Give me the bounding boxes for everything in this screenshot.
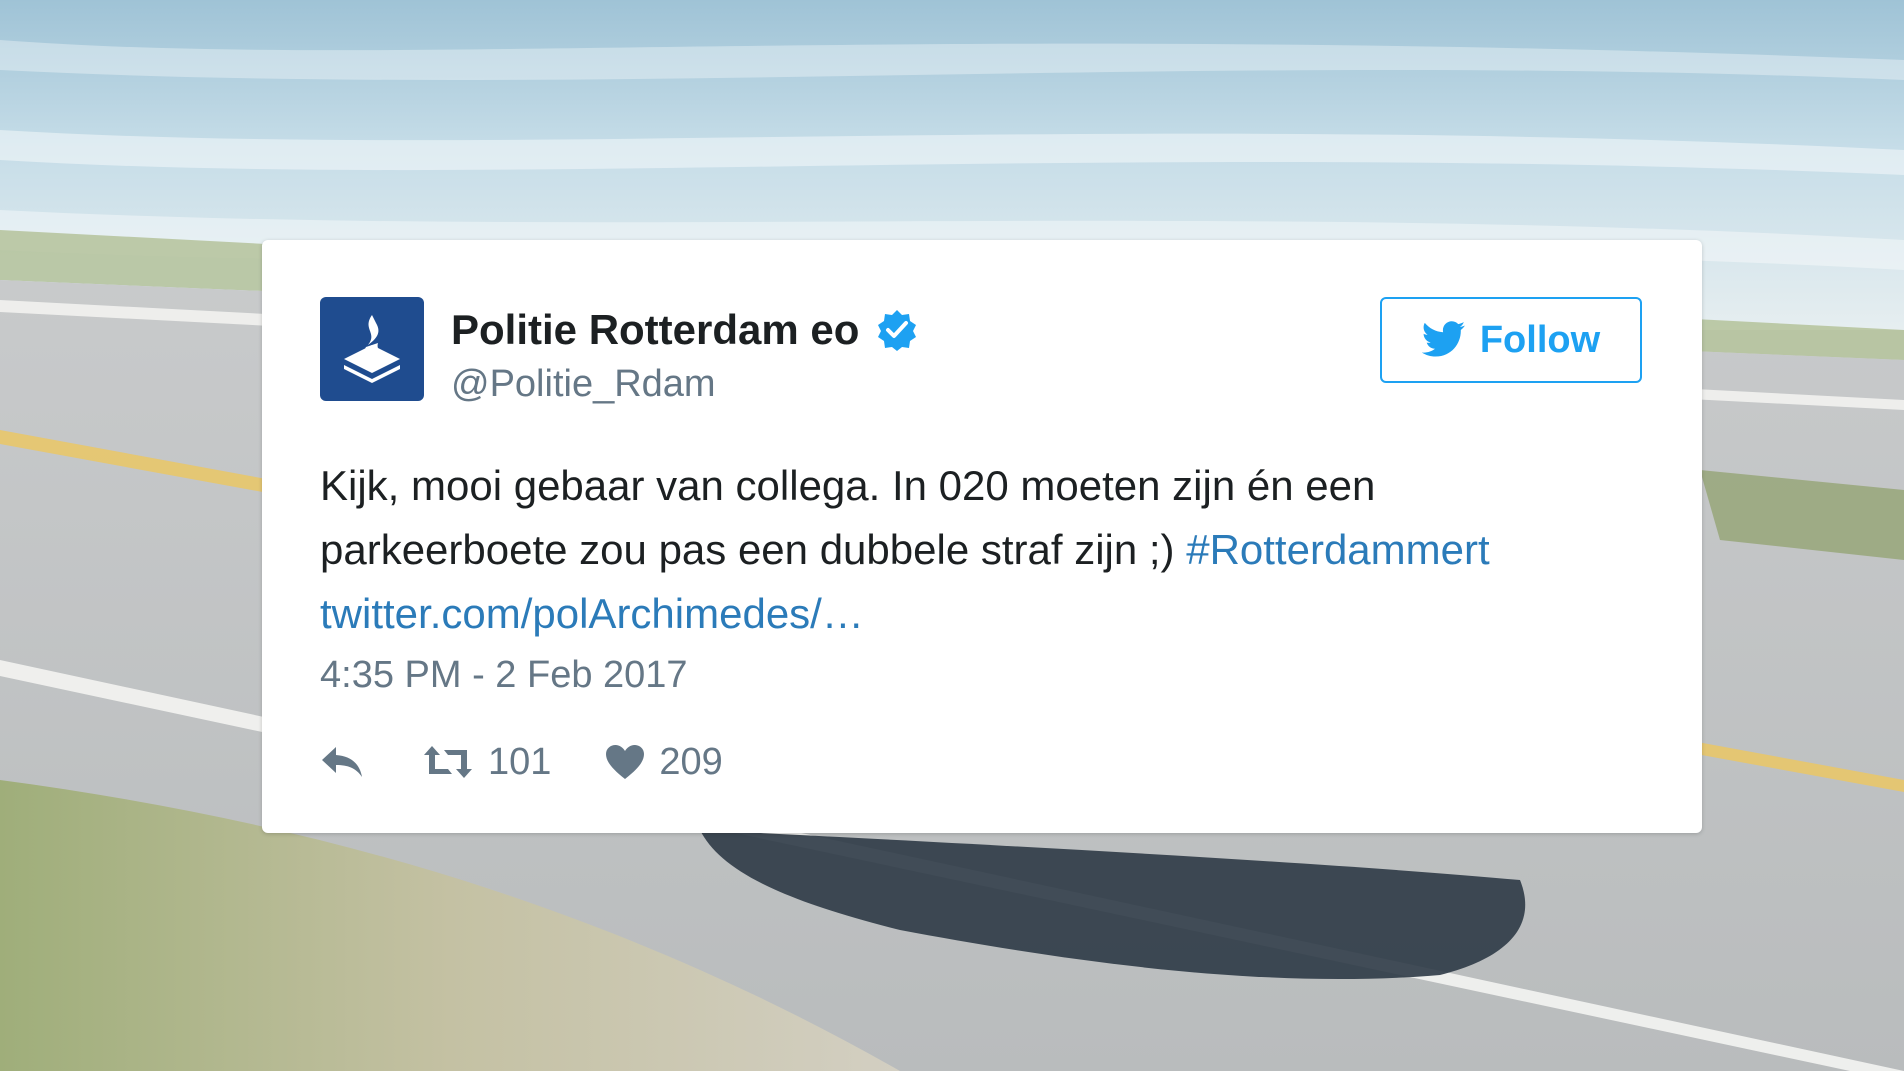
tweet-text-line-2-body: parkeerboete zou pas een dubbele straf z…: [320, 526, 1175, 573]
follow-label: Follow: [1479, 318, 1601, 361]
tweet-actions: 101 209: [320, 734, 723, 790]
twitter-bird-icon: [1421, 321, 1465, 357]
retweet-count: 101: [488, 740, 552, 783]
hashtag-link[interactable]: #Rotterdammert: [1186, 526, 1489, 573]
like-button[interactable]: 209: [605, 740, 723, 784]
like-count: 209: [659, 740, 723, 783]
heart-icon: [606, 745, 645, 779]
reply-button[interactable]: [320, 745, 364, 779]
tweet-text-line-1: Kijk, mooi gebaar van collega. In 020 mo…: [320, 462, 1376, 509]
police-logo-icon: [344, 315, 400, 383]
display-name[interactable]: Politie Rotterdam eo: [451, 306, 859, 354]
tweet-card: Politie Rotterdam eo @Politie_Rdam Follo…: [262, 240, 1702, 833]
retweet-icon: [424, 746, 472, 778]
avatar[interactable]: [320, 297, 424, 401]
author-name-row: Politie Rotterdam eo: [451, 302, 919, 358]
follow-button[interactable]: Follow: [1380, 297, 1642, 383]
tweet-text-line-2: parkeerboete zou pas een dubbele straf z…: [320, 518, 1660, 582]
user-handle[interactable]: @Politie_Rdam: [451, 363, 716, 406]
reply-icon: [322, 747, 362, 777]
tweet-text: Kijk, mooi gebaar van collega. In 020 mo…: [320, 454, 1660, 646]
verified-badge-icon: [875, 308, 919, 352]
tweet-text-line-3: twitter.com/polArchimedes/…: [320, 582, 1660, 646]
tweet-timestamp[interactable]: 4:35 PM - 2 Feb 2017: [320, 654, 688, 697]
tweet-url-link[interactable]: twitter.com/polArchimedes/…: [320, 590, 864, 637]
retweet-button[interactable]: 101: [422, 741, 551, 784]
